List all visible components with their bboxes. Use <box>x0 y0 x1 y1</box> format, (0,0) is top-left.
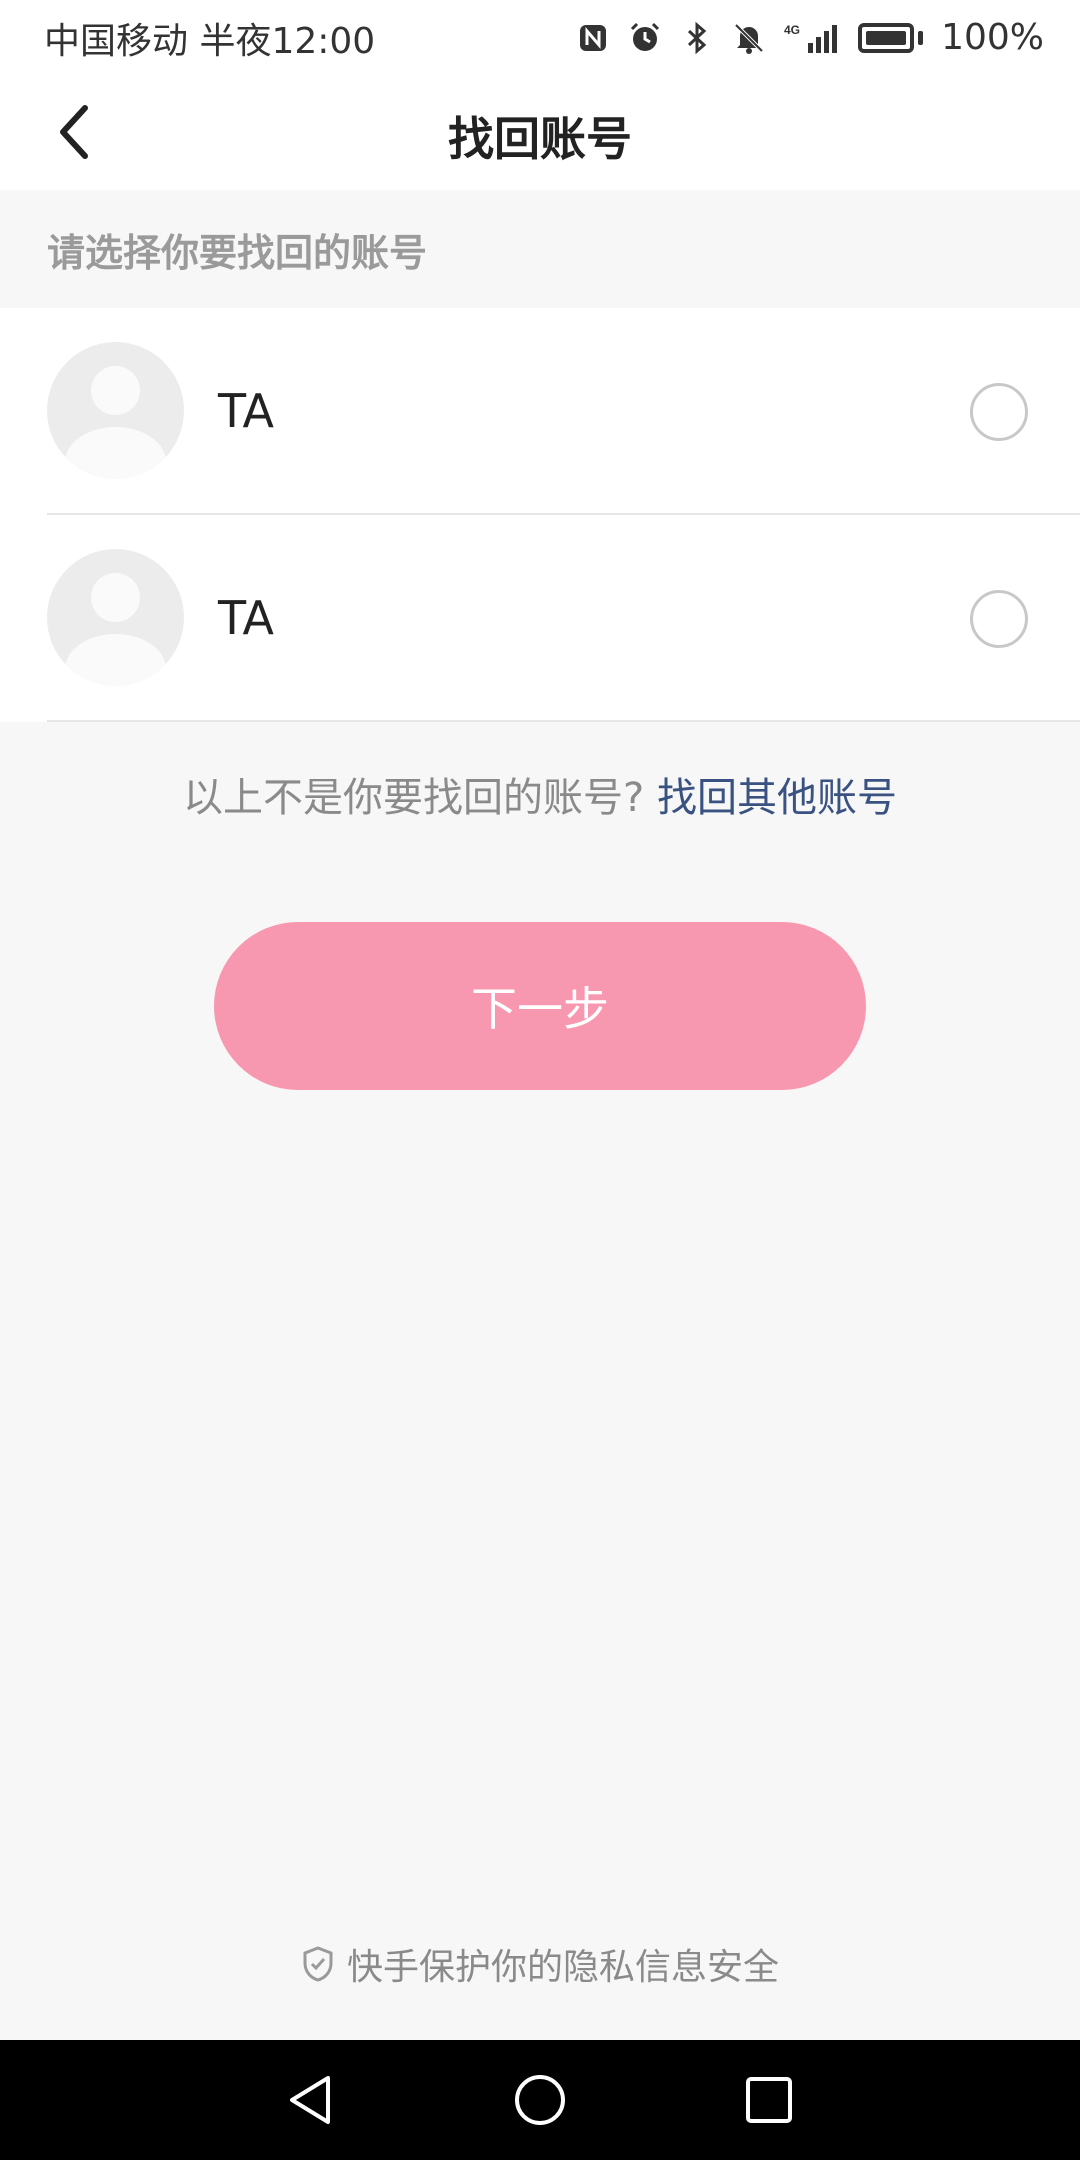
account-name: TA <box>218 384 274 438</box>
shield-icon <box>303 1946 333 1982</box>
privacy-note: 快手保护你的隐私信息安全 <box>0 1938 1080 1990</box>
nav-home-button[interactable] <box>500 2060 580 2140</box>
status-right: 4G 100% <box>576 17 1044 58</box>
square-recents-icon <box>746 2077 792 2123</box>
privacy-text: 快手保护你的隐私信息安全 <box>346 1947 779 1988</box>
other-account-line: 以上不是你要找回的账号? 找回其他账号 <box>0 765 1080 823</box>
nav-back-button[interactable] <box>270 2060 350 2140</box>
circle-home-icon <box>515 2075 565 2125</box>
account-list: TA TA <box>0 308 1080 722</box>
other-account-question: 以上不是你要找回的账号? <box>183 775 645 821</box>
account-row[interactable]: TA <box>0 515 1080 722</box>
nav-recents-button[interactable] <box>729 2060 809 2140</box>
page-title: 找回账号 <box>448 112 632 166</box>
radio-button[interactable] <box>970 383 1028 441</box>
account-row[interactable]: TA <box>0 308 1080 515</box>
top-bar: 找回账号 <box>0 75 1080 190</box>
section-label: 请选择你要找回的账号 <box>47 230 428 275</box>
status-left: 中国移动 半夜12:00 <box>44 12 375 64</box>
battery-icon <box>858 22 924 53</box>
next-button[interactable]: 下一步 <box>214 922 866 1090</box>
battery-level: 100% <box>941 17 1044 58</box>
avatar <box>47 342 184 479</box>
avatar <box>47 549 184 686</box>
status-bar: 中国移动 半夜12:00 4G 100% <box>0 0 1080 75</box>
divider <box>47 720 1080 722</box>
radio-button[interactable] <box>970 590 1028 648</box>
navigation-bar <box>0 2040 1080 2160</box>
account-name: TA <box>218 591 274 645</box>
bluetooth-icon <box>680 21 714 55</box>
mute-icon <box>732 21 766 55</box>
triangle-back-icon <box>290 2076 330 2124</box>
recover-other-account-link[interactable]: 找回其他账号 <box>657 775 897 821</box>
nfc-icon <box>576 21 610 55</box>
svg-text:4G: 4G <box>784 23 800 37</box>
carrier-time: 中国移动 半夜12:00 <box>44 20 376 62</box>
alarm-icon <box>628 21 662 55</box>
signal-icon: 4G <box>784 21 840 55</box>
section-header: 请选择你要找回的账号 <box>0 190 1080 308</box>
